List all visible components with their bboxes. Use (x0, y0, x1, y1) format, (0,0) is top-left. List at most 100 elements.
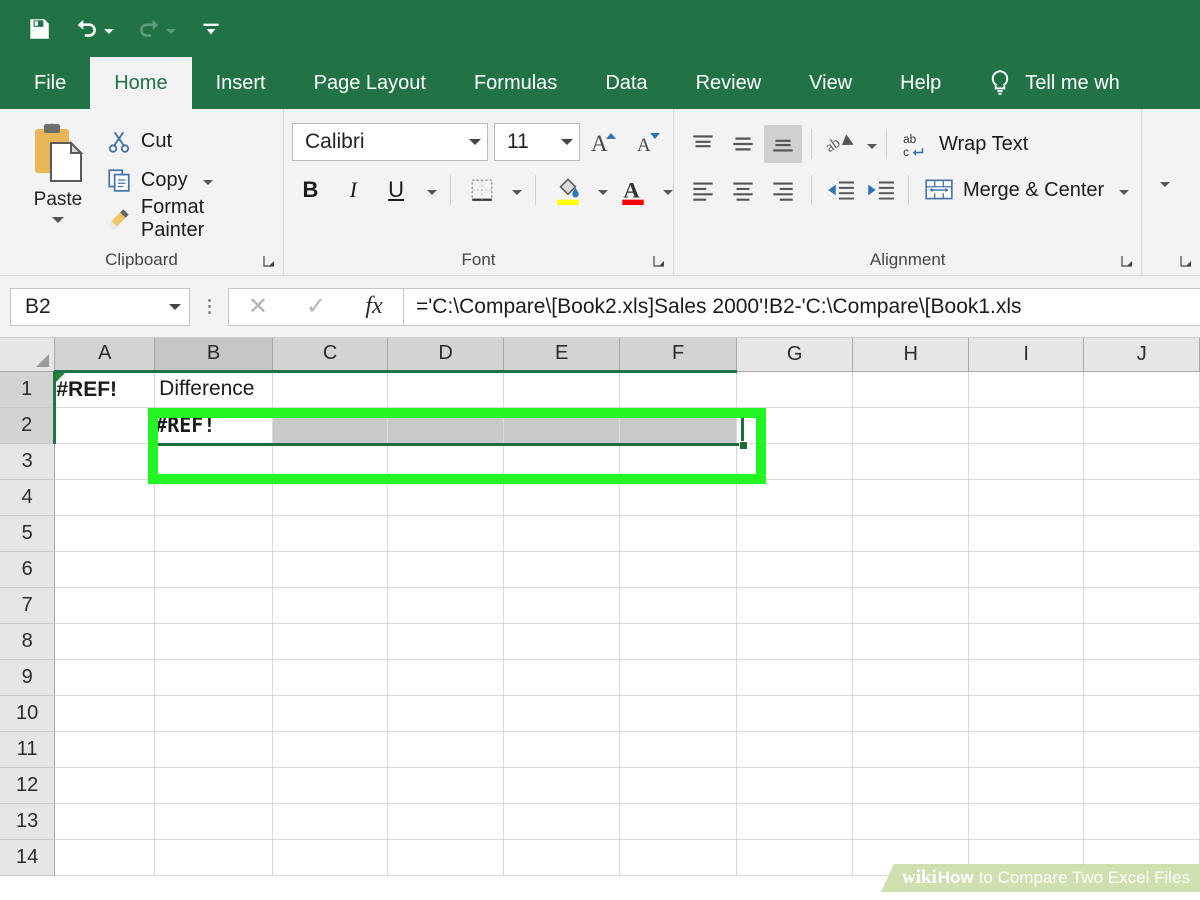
cell-f1[interactable] (619, 371, 737, 408)
cell-g5[interactable] (736, 515, 854, 552)
cell-f14[interactable] (619, 839, 737, 876)
cell-h11[interactable] (852, 731, 969, 768)
cell-g11[interactable] (736, 731, 854, 768)
row-header-2[interactable]: 2 (0, 407, 57, 444)
row-header-9[interactable]: 9 (0, 659, 56, 696)
cell-j1[interactable] (1083, 371, 1200, 408)
cell-j4[interactable] (1083, 479, 1200, 516)
cell-j7[interactable] (1083, 587, 1200, 624)
bold-button[interactable]: B (292, 171, 329, 209)
format-painter-button[interactable]: Format Painter (106, 196, 273, 241)
cell-d4[interactable] (387, 479, 504, 516)
cell-d2[interactable] (387, 407, 504, 444)
cell-f3[interactable] (619, 443, 737, 480)
column-header-j[interactable]: J (1083, 338, 1200, 372)
cell-i2[interactable] (968, 407, 1085, 444)
column-header-e[interactable]: E (503, 338, 621, 373)
cell-i4[interactable] (968, 479, 1085, 516)
undo-dropdown-icon[interactable] (104, 29, 114, 34)
cell-h10[interactable] (852, 695, 969, 732)
enter-formula-button[interactable]: ✓ (287, 289, 345, 325)
redo-dropdown-icon[interactable] (166, 29, 176, 34)
tab-page-layout[interactable]: Page Layout (290, 57, 450, 109)
cell-e11[interactable] (503, 731, 621, 768)
cell-e13[interactable] (503, 803, 621, 840)
copy-button[interactable]: Copy (106, 164, 273, 196)
decrease-indent-button[interactable] (821, 171, 859, 209)
cell-d10[interactable] (387, 695, 504, 732)
cell-i9[interactable] (968, 659, 1085, 696)
cell-b11[interactable] (154, 731, 273, 768)
cell-b6[interactable] (154, 551, 273, 588)
cell-a12[interactable] (54, 767, 156, 804)
cell-j6[interactable] (1083, 551, 1200, 588)
cell-e12[interactable] (503, 767, 621, 804)
align-middle-button[interactable] (724, 125, 762, 163)
formula-input[interactable]: ='C:\Compare\[Book2.xls]Sales 2000'!B2-'… (404, 287, 1200, 326)
row-header-4[interactable]: 4 (0, 479, 56, 516)
cell-h6[interactable] (852, 551, 969, 588)
cell-h2[interactable] (852, 407, 969, 444)
cell-h1[interactable] (852, 371, 969, 408)
cell-j9[interactable] (1083, 659, 1200, 696)
customize-quick-access-button[interactable] (198, 16, 224, 42)
paste-button[interactable]: Paste (10, 117, 106, 235)
cell-c7[interactable] (272, 587, 389, 624)
font-dialog-launcher-icon[interactable] (653, 255, 665, 267)
column-header-c[interactable]: C (272, 338, 389, 373)
formula-bar-handle[interactable] (196, 299, 222, 314)
fill-color-button[interactable] (549, 171, 586, 209)
align-left-button[interactable] (684, 171, 722, 209)
cell-c11[interactable] (272, 731, 389, 768)
column-header-f[interactable]: F (619, 338, 737, 373)
cell-b5[interactable] (154, 515, 273, 552)
tab-view[interactable]: View (785, 57, 876, 109)
cell-d8[interactable] (387, 623, 504, 660)
cell-f7[interactable] (619, 587, 737, 624)
cell-a8[interactable] (54, 623, 156, 660)
orientation-dropdown-icon[interactable] (867, 144, 877, 149)
cell-a10[interactable] (54, 695, 156, 732)
column-header-h[interactable]: H (852, 338, 969, 372)
row-header-10[interactable]: 10 (0, 695, 56, 732)
name-box-dropdown-icon[interactable] (169, 303, 181, 310)
font-size-dropdown-icon[interactable] (561, 139, 573, 145)
cell-i1[interactable] (968, 371, 1085, 408)
cell-c4[interactable] (272, 479, 389, 516)
cell-d12[interactable] (387, 767, 504, 804)
cell-j11[interactable] (1083, 731, 1200, 768)
cell-c3[interactable] (272, 443, 389, 480)
cell-f9[interactable] (619, 659, 737, 696)
row-header-5[interactable]: 5 (0, 515, 56, 552)
cell-h13[interactable] (852, 803, 969, 840)
cell-a4[interactable] (54, 479, 156, 516)
cell-c14[interactable] (272, 839, 389, 876)
cell-a1[interactable]: #REF! (54, 371, 156, 408)
cell-e2[interactable] (503, 407, 621, 444)
cell-e10[interactable] (503, 695, 621, 732)
cell-e4[interactable] (503, 479, 621, 516)
cell-e7[interactable] (503, 587, 621, 624)
cell-f4[interactable] (619, 479, 737, 516)
borders-dropdown-icon[interactable] (512, 190, 523, 195)
wrap-text-button[interactable]: ab c Wrap Text (896, 125, 1034, 163)
row-header-1[interactable]: 1 (0, 371, 57, 408)
row-header-12[interactable]: 12 (0, 767, 56, 804)
cell-b12[interactable] (154, 767, 273, 804)
cell-a11[interactable] (54, 731, 156, 768)
cell-g3[interactable] (736, 443, 854, 480)
cell-h8[interactable] (852, 623, 969, 660)
cell-h3[interactable] (852, 443, 969, 480)
cell-f10[interactable] (619, 695, 737, 732)
cell-g13[interactable] (736, 803, 854, 840)
tab-file[interactable]: File (10, 57, 90, 109)
cell-e14[interactable] (503, 839, 621, 876)
tab-insert[interactable]: Insert (192, 57, 290, 109)
cell-b7[interactable] (154, 587, 273, 624)
cell-c2[interactable] (272, 407, 389, 444)
tab-review[interactable]: Review (672, 57, 786, 109)
alignment-dialog-launcher-icon[interactable] (1121, 255, 1133, 267)
cell-j13[interactable] (1083, 803, 1200, 840)
cell-j5[interactable] (1083, 515, 1200, 552)
font-name-combobox[interactable]: Calibri (292, 123, 488, 161)
